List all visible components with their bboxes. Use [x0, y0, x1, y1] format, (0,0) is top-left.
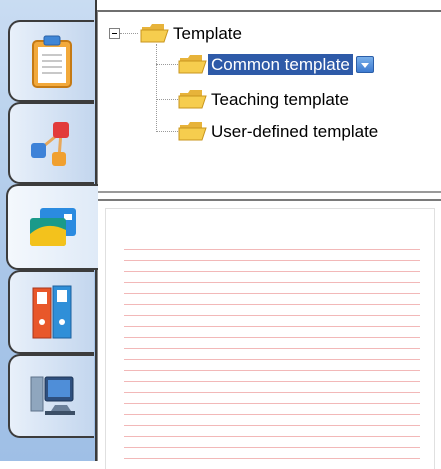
folder-open-icon	[140, 24, 169, 43]
preview-paper	[106, 209, 434, 469]
tab-clipboard[interactable]	[8, 20, 94, 102]
tree-item-template[interactable]: Template	[140, 22, 245, 44]
computer-icon	[30, 376, 75, 415]
ruled-lines	[124, 239, 420, 464]
folder-open-icon	[178, 90, 207, 109]
tree-connector	[156, 64, 178, 65]
tree-item-label: Template	[173, 23, 242, 43]
tree-connector	[156, 131, 178, 132]
dropdown-arrow-icon[interactable]	[355, 55, 374, 73]
collapse-toggle[interactable]	[109, 28, 120, 39]
binders-icon	[32, 285, 72, 339]
template-preview[interactable]	[97, 199, 441, 469]
folder-open-icon	[178, 55, 207, 74]
tree-item-user-defined-template[interactable]: User-defined template	[178, 120, 381, 142]
tab-templates[interactable]	[6, 184, 98, 270]
tree-item-label: Common template	[208, 53, 353, 75]
tab-network[interactable]	[8, 102, 94, 184]
tree-item-label: User-defined template	[211, 121, 379, 141]
tree-connector	[120, 33, 138, 34]
tree-connector	[156, 44, 157, 132]
folder-open-icon	[178, 122, 207, 141]
network-diagram-icon	[31, 122, 69, 166]
tab-binders[interactable]	[8, 270, 94, 354]
template-tree[interactable]: Template Common template Teaching templa…	[97, 10, 441, 193]
tree-connector	[156, 99, 178, 100]
tree-item-common-template[interactable]: Common template	[178, 53, 374, 75]
tab-computer[interactable]	[8, 354, 94, 438]
template-cards-icon	[30, 208, 76, 246]
tree-item-label: Teaching template	[211, 89, 349, 109]
tree-item-teaching-template[interactable]: Teaching template	[178, 88, 352, 110]
clipboard-icon	[32, 35, 72, 88]
